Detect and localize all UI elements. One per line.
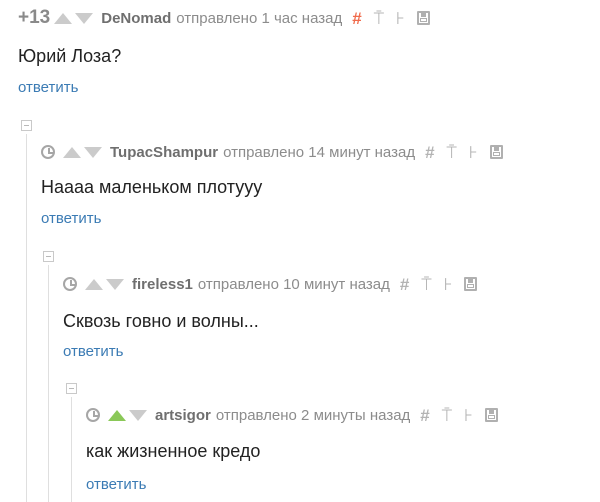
save-icon[interactable] bbox=[416, 11, 430, 25]
comment-score: +13 bbox=[18, 7, 51, 28]
comment-text: Haaaa маленьком плотууу bbox=[41, 177, 263, 197]
hash-icon[interactable]: # bbox=[420, 407, 429, 424]
comment-author[interactable]: artsigor bbox=[155, 407, 211, 424]
hash-icon[interactable]: # bbox=[425, 144, 434, 161]
branch-icon[interactable]: ⊦ bbox=[396, 10, 405, 27]
hash-icon[interactable]: # bbox=[352, 10, 361, 27]
comment-author[interactable]: DeNomad bbox=[101, 10, 171, 27]
collapse-toggle[interactable] bbox=[43, 251, 54, 262]
upvote-icon[interactable] bbox=[108, 409, 126, 421]
reply-link[interactable]: ответить bbox=[86, 476, 146, 493]
downvote-icon[interactable] bbox=[75, 12, 94, 24]
upvote-icon[interactable] bbox=[85, 278, 103, 290]
parent-link-icon[interactable]: ⍑ bbox=[421, 276, 431, 293]
save-icon[interactable] bbox=[489, 145, 503, 159]
save-icon[interactable] bbox=[464, 277, 478, 291]
comment-author[interactable]: TupacShampur bbox=[110, 144, 218, 161]
comment-timestamp: отправлено 2 минуты назад bbox=[215, 406, 411, 424]
comment-text: Юрий Лоза? bbox=[18, 46, 122, 66]
thread-line bbox=[26, 134, 27, 502]
downvote-icon[interactable] bbox=[106, 278, 124, 290]
downvote-icon[interactable] bbox=[129, 409, 147, 421]
comment-header: +13 DeNomad отправлено 1 час назад # ⍑ ⊦ bbox=[18, 6, 430, 30]
comment-header: artsigor отправлено 2 минуты назад # ⍑ ⊦ bbox=[86, 403, 498, 427]
upvote-icon[interactable] bbox=[63, 146, 81, 158]
comment-timestamp: отправлено 10 минут назад bbox=[197, 275, 390, 293]
thread-line bbox=[48, 265, 49, 502]
comment-text: Сквозь говно и волны... bbox=[63, 311, 259, 331]
reply-link[interactable]: ответить bbox=[18, 79, 78, 96]
comment-timestamp: отправлено 1 час назад bbox=[176, 9, 343, 27]
comment-author[interactable]: fireless1 bbox=[132, 276, 193, 293]
clock-icon bbox=[41, 145, 55, 159]
comment-header: fireless1 отправлено 10 минут назад # ⍑ … bbox=[63, 272, 478, 296]
comment-header: TupacShampur отправлено 14 минут назад #… bbox=[41, 140, 503, 164]
parent-link-icon[interactable]: ⍑ bbox=[447, 144, 457, 161]
reply-link[interactable]: ответить bbox=[63, 343, 123, 360]
parent-link-icon[interactable]: ⍑ bbox=[442, 407, 452, 424]
branch-icon[interactable]: ⊦ bbox=[469, 144, 478, 161]
comment-timestamp: отправлено 14 минут назад bbox=[223, 143, 416, 161]
clock-icon bbox=[63, 277, 77, 291]
parent-link-icon[interactable]: ⍑ bbox=[374, 10, 384, 27]
thread-line bbox=[71, 397, 72, 502]
reply-link[interactable]: ответить bbox=[41, 210, 101, 227]
comment-text: как жизненное кредо bbox=[86, 441, 261, 461]
hash-icon[interactable]: # bbox=[400, 276, 409, 293]
save-icon[interactable] bbox=[484, 408, 498, 422]
downvote-icon[interactable] bbox=[84, 146, 102, 158]
clock-icon bbox=[86, 408, 100, 422]
branch-icon[interactable]: ⊦ bbox=[464, 407, 473, 424]
collapse-toggle[interactable] bbox=[66, 383, 77, 394]
collapse-toggle[interactable] bbox=[21, 120, 32, 131]
upvote-icon[interactable] bbox=[54, 12, 73, 24]
branch-icon[interactable]: ⊦ bbox=[444, 276, 453, 293]
